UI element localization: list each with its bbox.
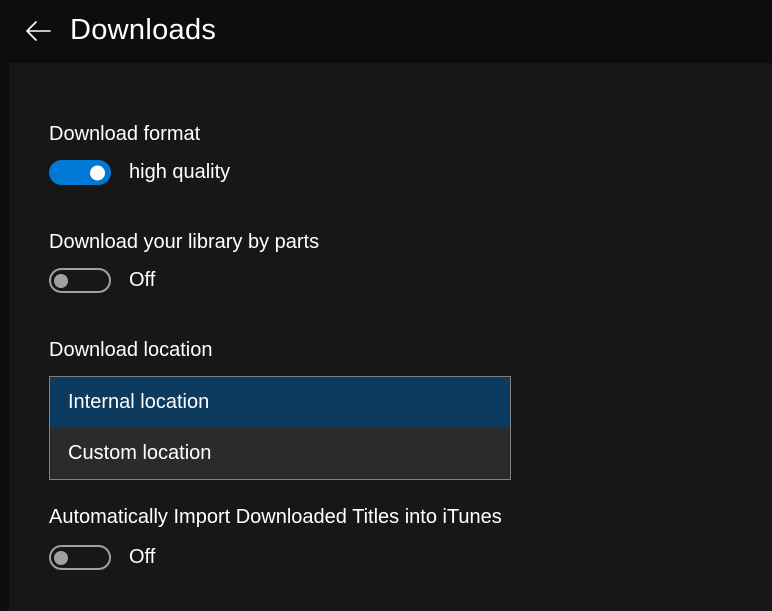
itunes-import-label: Automatically Import Downloaded Titles i… [49, 506, 732, 529]
itunes-import-setting: Automatically Import Downloaded Titles i… [49, 506, 732, 570]
download-format-toggle-row: high quality [49, 160, 732, 185]
dropdown-option-custom[interactable]: Custom location [50, 428, 510, 479]
arrow-left-icon [25, 20, 51, 42]
itunes-import-toggle-row: Off [49, 545, 732, 570]
back-button[interactable] [24, 17, 52, 45]
download-format-label: Download format [49, 123, 732, 146]
download-format-toggle[interactable] [49, 160, 111, 185]
library-parts-toggle-row: Off [49, 268, 732, 293]
library-parts-value: Off [129, 269, 155, 292]
download-location-dropdown-container: Internal location Custom location [49, 376, 732, 480]
library-parts-toggle[interactable] [49, 268, 111, 293]
toggle-knob [54, 274, 68, 288]
download-location-label: Download location [49, 339, 732, 362]
toggle-knob [90, 165, 105, 180]
page-title: Downloads [70, 14, 216, 47]
download-location-dropdown[interactable]: Internal location Custom location [49, 376, 511, 480]
library-parts-label: Download your library by parts [49, 231, 732, 254]
page-header: Downloads [0, 0, 772, 63]
library-parts-setting: Download your library by parts Off [49, 231, 732, 293]
settings-content: Download format high quality Download yo… [9, 63, 772, 611]
download-format-value: high quality [129, 161, 230, 184]
itunes-import-value: Off [129, 546, 155, 569]
itunes-import-toggle[interactable] [49, 545, 111, 570]
toggle-knob [54, 551, 68, 565]
download-format-setting: Download format high quality [49, 123, 732, 185]
dropdown-option-internal[interactable]: Internal location [50, 377, 510, 428]
download-location-setting: Download location Internal location Cust… [49, 339, 732, 480]
